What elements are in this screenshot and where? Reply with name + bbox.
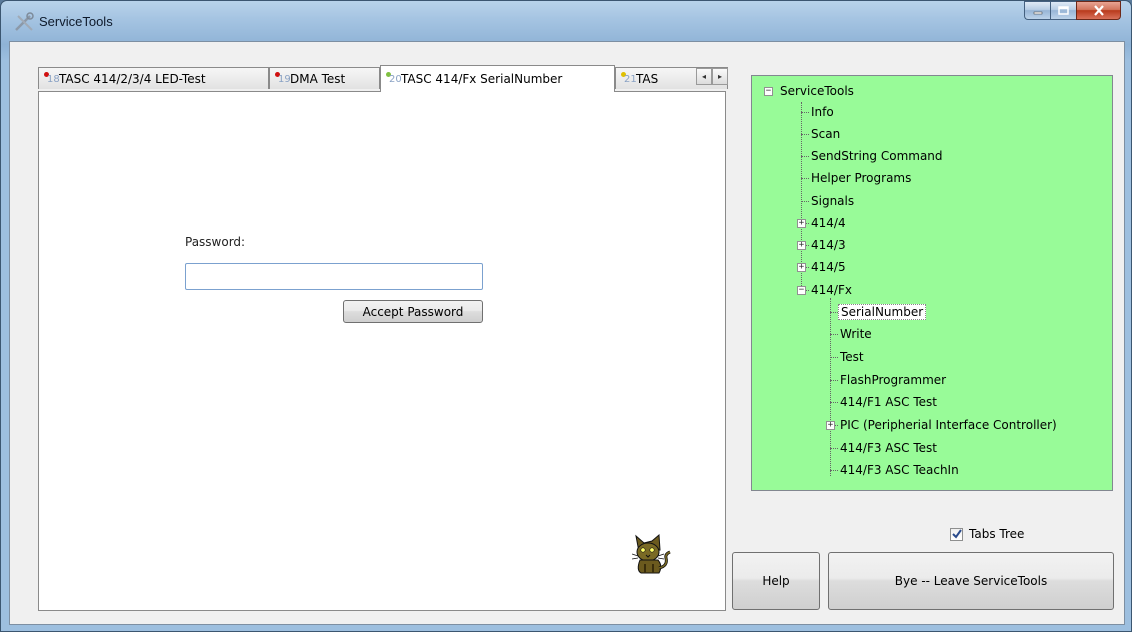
tree-node-414-f3-asc-test[interactable]: 414/F3 ASC Test: [838, 439, 939, 457]
client-area: 18 TASC 414/2/3/4 LED-Test 19 DMA Test 2…: [9, 41, 1125, 625]
tree-node-414-f1-asc-test[interactable]: 414/F1 ASC Test: [838, 393, 939, 411]
tree-connector: [801, 112, 809, 113]
tree-node-pic[interactable]: PIC (Peripherial Interface Controller): [838, 416, 1059, 434]
tab-dma-test[interactable]: 19 DMA Test: [269, 67, 380, 89]
tree-connector: [830, 334, 838, 335]
tree-node-414-4[interactable]: 414/4: [809, 214, 848, 232]
tab-label: TASC 414/2/3/4 LED-Test: [59, 71, 206, 86]
expand-icon[interactable]: +: [826, 421, 835, 430]
tab-number-badge: 21: [619, 71, 637, 87]
tab-number-badge: 20: [384, 71, 402, 87]
title-bar[interactable]: ServiceTools: [1, 1, 1131, 41]
expand-icon[interactable]: +: [797, 263, 806, 272]
tabs-tree-checkbox-wrap[interactable]: Tabs Tree: [950, 527, 1024, 541]
tree-node-414-f3-asc-teachin[interactable]: 414/F3 ASC TeachIn: [838, 461, 961, 479]
tab-scroll-left-icon[interactable]: ◂: [696, 68, 712, 85]
tree-connector: [830, 448, 838, 449]
tree-connector: [801, 201, 809, 202]
tree-node-write[interactable]: Write: [838, 325, 874, 343]
close-button[interactable]: [1076, 1, 1121, 20]
tree-connector: [801, 178, 809, 179]
tab-scroll-right-icon[interactable]: ▸: [712, 68, 728, 85]
tree-node-scan[interactable]: Scan: [809, 125, 842, 143]
expand-icon[interactable]: +: [797, 219, 806, 228]
tree-node-signals[interactable]: Signals: [809, 192, 856, 210]
tab-serial-number[interactable]: 20 TASC 414/Fx SerialNumber: [380, 65, 615, 92]
accept-password-button[interactable]: Accept Password: [343, 300, 483, 323]
tab-number-badge: 19: [273, 71, 291, 87]
tab-led-test[interactable]: 18 TASC 414/2/3/4 LED-Test: [38, 67, 269, 89]
tab-label: DMA Test: [290, 71, 346, 86]
minimize-button[interactable]: [1024, 1, 1050, 20]
tree-node-414-fx[interactable]: 414/Fx: [809, 281, 854, 299]
tree-connector: [830, 470, 838, 471]
tree-node-serialnumber[interactable]: SerialNumber: [838, 303, 927, 321]
tab-label: TASC 414/Fx SerialNumber: [401, 72, 563, 86]
close-icon: [1093, 5, 1104, 16]
tree-connector: [830, 312, 838, 313]
tree-connector: [801, 134, 809, 135]
main-window: ServiceTools 18 TASC 414/2/3/4 LED-Test …: [0, 0, 1132, 632]
caption-buttons: [1024, 1, 1121, 23]
tab-number-badge: 18: [42, 71, 60, 87]
tree-node-test[interactable]: Test: [838, 348, 866, 366]
tree-node-sendstring-command[interactable]: SendString Command: [809, 147, 945, 165]
tree-node-flashprogrammer[interactable]: FlashProgrammer: [838, 371, 948, 389]
tabs-tree-label: Tabs Tree: [969, 527, 1025, 541]
tab-panel: Password: Accept Password: [38, 91, 726, 611]
checkmark-icon: [951, 529, 962, 539]
cat-icon: [632, 533, 671, 574]
navigation-tree[interactable]: − ServiceTools Info Scan SendString Comm…: [751, 75, 1113, 491]
tools-icon: [15, 12, 34, 31]
window-title: ServiceTools: [39, 14, 113, 29]
tree-connector: [830, 402, 838, 403]
password-label: Password:: [185, 235, 246, 249]
tree-node-helper-programs[interactable]: Helper Programs: [809, 169, 913, 187]
tree-connector: [830, 298, 831, 476]
tree-connector: [830, 357, 838, 358]
password-input[interactable]: [185, 263, 483, 290]
tree-connector: [830, 380, 838, 381]
tree-node-414-5[interactable]: 414/5: [809, 258, 848, 276]
minimize-icon: [1033, 11, 1042, 14]
collapse-icon[interactable]: −: [797, 286, 806, 295]
tree-node-414-3[interactable]: 414/3: [809, 236, 848, 254]
tab-strip: 18 TASC 414/2/3/4 LED-Test 19 DMA Test 2…: [38, 65, 728, 92]
tab-scroll-buttons: ◂ ▸: [696, 68, 728, 85]
help-button[interactable]: Help: [732, 552, 820, 610]
tabs-tree-checkbox[interactable]: [950, 527, 963, 541]
expand-icon[interactable]: +: [797, 241, 806, 250]
tree-connector: [801, 156, 809, 157]
tree-node-servicetools[interactable]: ServiceTools: [778, 82, 856, 100]
maximize-icon: [1058, 6, 1069, 15]
bye-leave-button[interactable]: Bye -- Leave ServiceTools: [828, 552, 1114, 610]
collapse-icon[interactable]: −: [764, 87, 773, 96]
tab-label: TAS: [636, 71, 659, 86]
tree-node-info[interactable]: Info: [809, 103, 836, 121]
maximize-button[interactable]: [1050, 1, 1076, 20]
